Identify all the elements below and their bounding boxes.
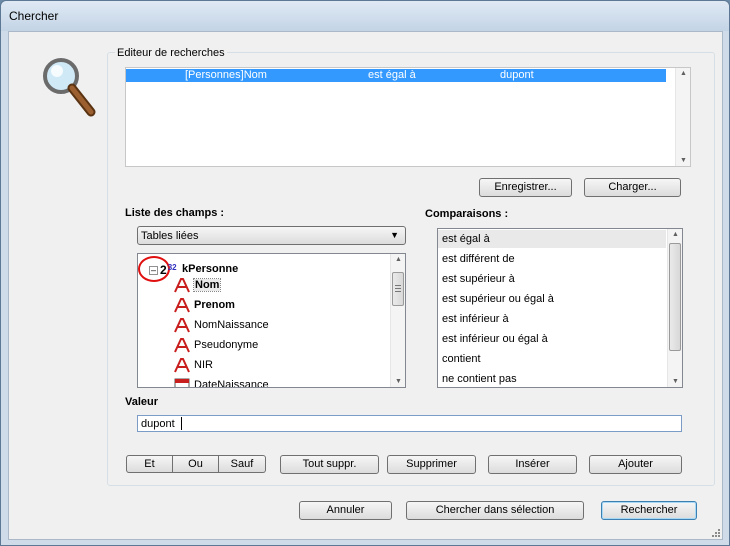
criteria-list[interactable]: [Personnes]Nom est égal à dupont ▲ ▼ [125,67,691,167]
field-item-label: NIR [194,359,213,371]
value-label: Valeur [125,396,159,408]
delete-button[interactable]: Supprimer [387,455,476,474]
search-button[interactable]: Rechercher [601,501,697,520]
resize-grip-icon[interactable] [710,527,720,537]
load-button[interactable]: Charger... [584,178,681,197]
scroll-down-icon[interactable]: ▼ [668,378,682,385]
text-field-icon [174,318,190,333]
text-field-icon [174,278,190,293]
save-button[interactable]: Enregistrer... [479,178,572,197]
field-item-label: Pseudonyme [194,339,259,351]
insert-button[interactable]: Insérer [488,455,577,474]
scroll-thumb[interactable] [392,272,404,306]
scroll-down-icon[interactable]: ▼ [391,378,405,385]
text-field-icon [174,338,190,353]
except-button[interactable]: Sauf [219,455,266,473]
cancel-button[interactable]: Annuler [299,501,392,520]
key-field-icon: 232 [160,263,177,277]
field-item-label: Nom [192,278,222,292]
comparison-item[interactable]: contient [438,350,666,368]
comparison-item[interactable]: est égal à [438,230,666,248]
criteria-field: [Personnes]Nom [185,69,267,81]
magnifier-icon [43,58,96,117]
text-caret [181,417,182,430]
window-title: Chercher [9,9,59,23]
table-dropdown-value: Tables liées [141,230,199,242]
criteria-operator: est égal à [368,69,416,81]
comparisons-label: Comparaisons : [425,208,509,220]
dialog-body: Editeur de recherches [Personnes]Nom est… [8,31,723,540]
tree-root-label: kPersonne [182,263,239,275]
search-in-selection-button[interactable]: Chercher dans sélection [406,501,584,520]
criteria-scrollbar[interactable]: ▲ ▼ [675,68,690,166]
comparison-item[interactable]: ne contient pas [438,370,666,387]
title-bar[interactable]: Chercher [1,1,729,31]
or-button[interactable]: Ou [173,455,219,473]
value-input-text: dupont [141,418,175,430]
comparison-item[interactable]: est supérieur ou égal à [438,290,666,308]
comparisons-list[interactable]: est égal à est différent de est supérieu… [437,228,683,388]
table-dropdown[interactable]: Tables liées ▼ [137,226,406,245]
field-item-label: NomNaissance [194,319,269,331]
editor-group-title: Editeur de recherches [115,47,227,59]
scroll-up-icon[interactable]: ▲ [676,70,691,77]
comparison-item[interactable]: est supérieur à [438,270,666,288]
clear-all-button[interactable]: Tout suppr. [280,455,379,474]
value-input[interactable]: dupont [137,415,682,432]
scroll-up-icon[interactable]: ▲ [391,256,405,263]
field-item-label: DateNaissance [194,379,269,388]
search-dialog: Chercher Editeur de recherches [Personne… [0,0,730,546]
comparisons-scrollbar[interactable]: ▲ ▼ [667,229,682,387]
text-field-icon [174,298,190,313]
field-item-label: Prenom [194,299,235,311]
scroll-up-icon[interactable]: ▲ [668,231,682,238]
comparison-item[interactable]: est inférieur ou égal à [438,330,666,348]
scroll-down-icon[interactable]: ▼ [676,157,691,164]
field-tree-scrollbar[interactable]: ▲ ▼ [390,254,405,387]
criteria-row[interactable]: [Personnes]Nom est égal à dupont [126,69,666,82]
fields-label: Liste des champs : [125,207,225,219]
comparison-item[interactable]: est différent de [438,250,666,268]
text-field-icon [174,358,190,373]
criteria-value: dupont [500,69,534,81]
scroll-thumb[interactable] [669,243,681,351]
add-button[interactable]: Ajouter [589,455,682,474]
comparison-item[interactable]: est inférieur à [438,310,666,328]
field-tree[interactable]: – 232 kPersonne Nom Prenom NomNaissance … [137,253,406,388]
calendar-icon [174,378,190,387]
and-button[interactable]: Et [126,455,173,473]
chevron-down-icon: ▼ [390,230,399,240]
